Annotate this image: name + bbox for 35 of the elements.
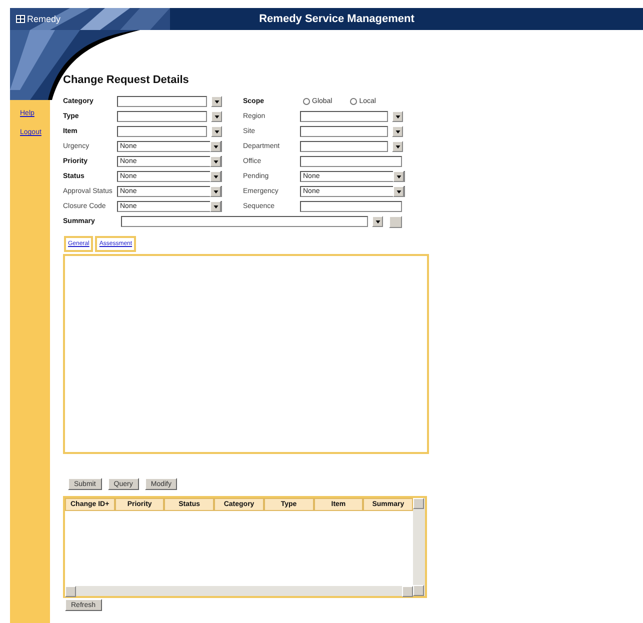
caret-icon xyxy=(394,128,401,134)
caret-icon xyxy=(212,204,218,210)
caret-icon xyxy=(214,128,220,134)
text-field[interactable] xyxy=(300,201,402,212)
caret-icon xyxy=(394,114,401,120)
dropdown-button[interactable] xyxy=(392,141,403,152)
caret-icon xyxy=(396,188,402,194)
dropdown-field[interactable] xyxy=(117,96,208,107)
dropdown-button[interactable] xyxy=(211,111,222,122)
dropdown-field[interactable] xyxy=(117,111,208,122)
caret-icon xyxy=(374,218,380,224)
caret-icon xyxy=(396,174,402,180)
dropdown-field[interactable] xyxy=(300,141,388,152)
caret-icon xyxy=(212,188,218,194)
app-title: Remedy Service Management xyxy=(259,13,414,25)
dropdown-field[interactable] xyxy=(300,126,388,137)
caret-icon xyxy=(214,114,220,120)
dropdown-button[interactable] xyxy=(211,126,222,137)
dropdown-button[interactable] xyxy=(372,216,383,227)
caret-icon xyxy=(212,174,218,180)
dropdown-button[interactable] xyxy=(392,111,403,122)
dropdown-field[interactable] xyxy=(121,216,368,227)
caret-icon xyxy=(212,144,218,150)
vertical-scrollbar[interactable] xyxy=(413,498,425,596)
expand-button[interactable] xyxy=(389,216,402,228)
caret-icon xyxy=(214,98,220,104)
dropdown-field[interactable] xyxy=(117,126,208,137)
caret-icon xyxy=(212,158,218,164)
text-field[interactable] xyxy=(300,156,402,167)
dropdown-button[interactable] xyxy=(392,126,403,137)
caret-icon xyxy=(394,144,401,150)
form-title: Change Request Details xyxy=(63,74,189,86)
horizontal-scrollbar[interactable] xyxy=(65,586,413,596)
dropdown-button[interactable] xyxy=(211,96,222,107)
dropdown-field[interactable] xyxy=(300,111,388,122)
